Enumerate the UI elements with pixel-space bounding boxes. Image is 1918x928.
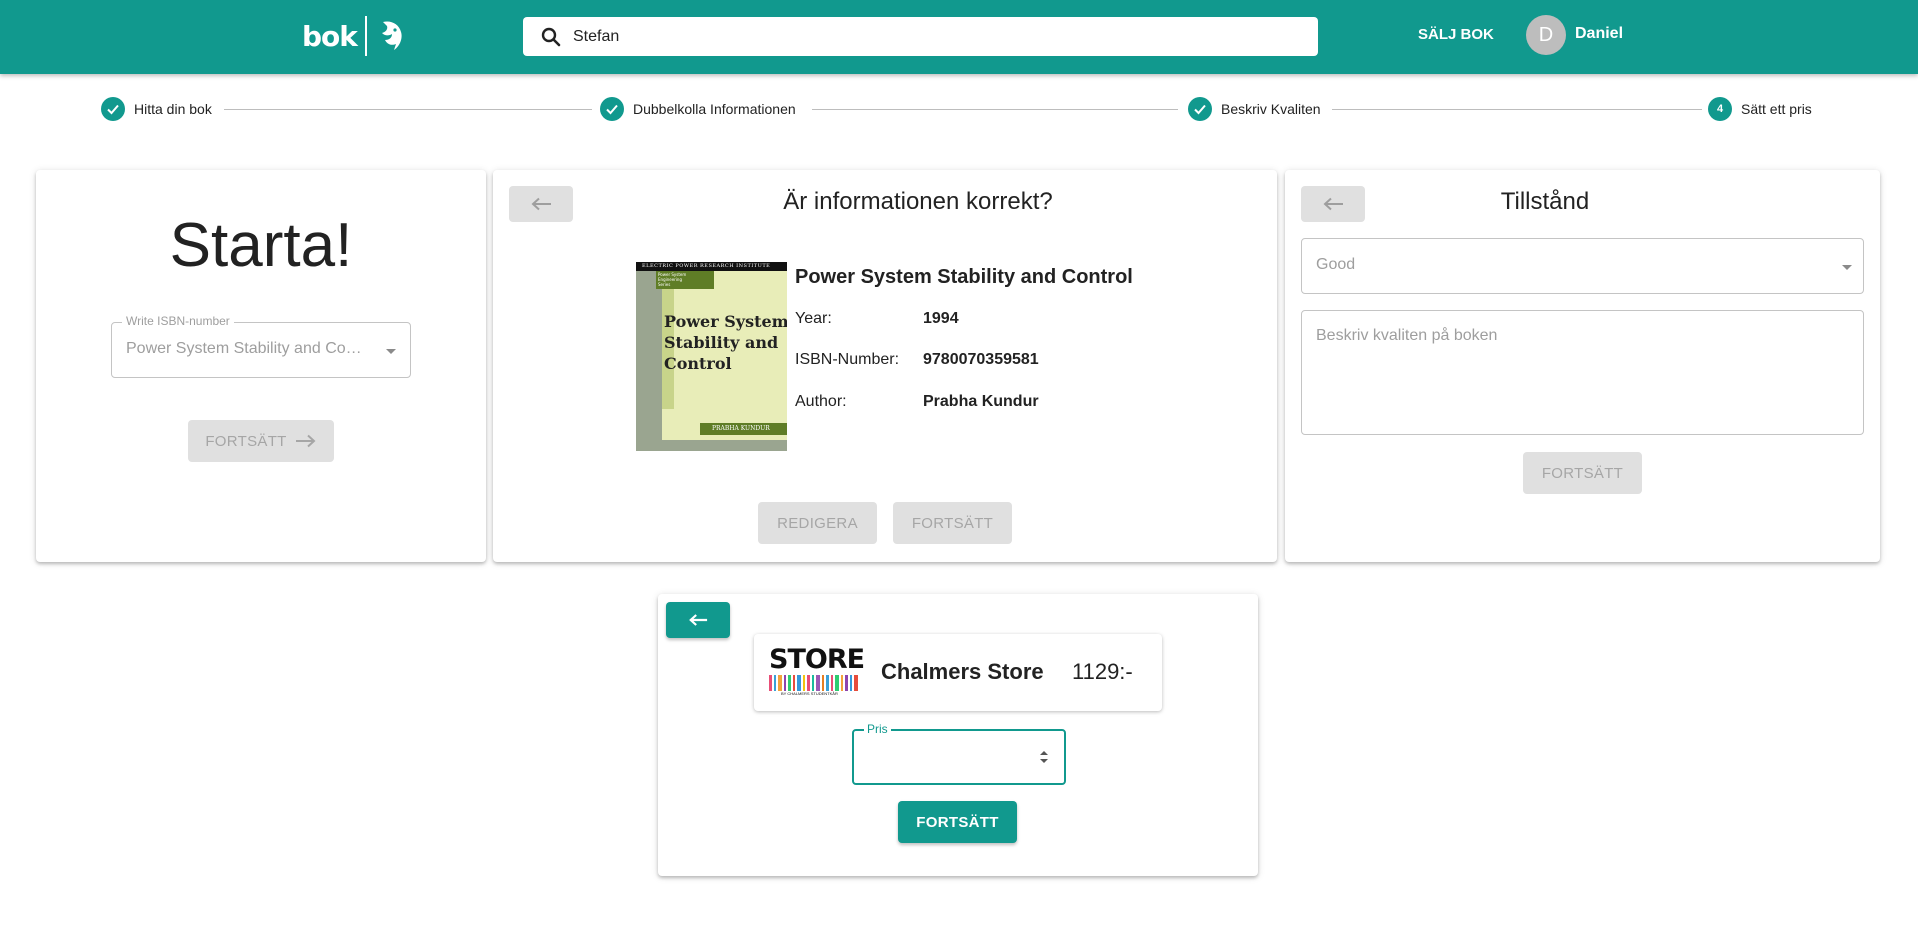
search-input[interactable]: Stefan (573, 28, 619, 46)
step-number: 4 (1708, 97, 1732, 121)
step-double-check: Dubbelkolla Informationen (600, 96, 796, 122)
user-name[interactable]: Daniel (1575, 25, 1623, 43)
search-bar[interactable]: Stefan (523, 17, 1318, 56)
cover-series-text: Power System Engineering Series (658, 272, 687, 287)
back-button[interactable] (666, 602, 730, 638)
chevron-down-icon (1842, 265, 1852, 270)
cover-title-1: Power System (664, 312, 787, 331)
cover-publisher-text: ELECTRIC POWER RESEARCH INSTITUTE (642, 263, 771, 269)
store-price: 1129:- (1072, 659, 1133, 684)
step-connector (224, 109, 592, 110)
isbn-select[interactable]: Write ISBN-number Power System Stability… (111, 314, 411, 378)
isbn-value: 9780070359581 (923, 351, 1039, 368)
start-card: Starta! Write ISBN-number Power System S… (36, 170, 486, 562)
price-continue-button[interactable]: FORTSÄTT (898, 801, 1017, 843)
step-find-book: Hitta din bok (101, 96, 212, 122)
price-card: STORE BY CHALMERS STUDENTKÅR Chalmers St… (658, 594, 1258, 876)
barcode-icon (769, 675, 858, 691)
condition-continue-button[interactable]: FORTSÄTT (1523, 452, 1642, 494)
top-app-bar: bok Stefan SÄLJ BOK D Daniel (0, 0, 1918, 74)
step-set-price: 4 Sätt ett pris (1708, 96, 1812, 122)
condition-card: Tillstånd Good Beskriv kvaliten på boken… (1285, 170, 1880, 562)
price-field-label: Pris (864, 722, 891, 736)
year-label: Year: (795, 310, 832, 327)
logo-text: bok (302, 19, 358, 53)
condition-value: Good (1316, 256, 1356, 273)
button-label: FORTSÄTT (205, 432, 287, 450)
store-offer-card[interactable]: STORE BY CHALMERS STUDENTKÅR Chalmers St… (754, 634, 1162, 711)
sell-book-link[interactable]: SÄLJ BOK (1418, 26, 1494, 43)
arrow-right-icon (295, 434, 316, 448)
logo-divider (364, 16, 367, 56)
condition-select[interactable]: Good (1301, 238, 1864, 294)
step-describe-quality: Beskriv Kvaliten (1188, 96, 1321, 122)
bok-logo[interactable]: bok (302, 14, 407, 58)
isbn-field-label: Write ISBN-number (122, 314, 234, 328)
start-continue-button[interactable]: FORTSÄTT (188, 420, 334, 462)
check-icon (101, 97, 125, 121)
check-icon (1188, 97, 1212, 121)
quality-description-textarea[interactable]: Beskriv kvaliten på boken (1301, 310, 1864, 435)
info-continue-button[interactable]: FORTSÄTT (893, 502, 1012, 544)
isbn-label: ISBN-Number: (795, 351, 900, 368)
step-connector (812, 109, 1178, 110)
quality-description-placeholder: Beskriv kvaliten på boken (1316, 327, 1498, 344)
start-title: Starta! (169, 211, 353, 280)
chalmers-store-logo: STORE BY CHALMERS STUDENTKÅR (769, 644, 865, 696)
isbn-field-value: Power System Stability and Control (126, 340, 370, 357)
store-name: Chalmers Store (881, 659, 1044, 684)
store-logo-subtext: BY CHALMERS STUDENTKÅR (781, 691, 838, 696)
dolphin-logo-icon (381, 21, 402, 50)
step-label: Beskriv Kvaliten (1221, 101, 1321, 117)
book-info-card: Är informationen korrekt? ELECTRIC POWER… (493, 170, 1277, 562)
avatar[interactable]: D (1526, 15, 1566, 55)
step-label: Sätt ett pris (1741, 101, 1812, 117)
step-connector (1332, 109, 1702, 110)
year-value: 1994 (923, 310, 959, 327)
cover-author: PRABHA KUNDUR (712, 425, 770, 432)
book-cover-image: ELECTRIC POWER RESEARCH INSTITUTE Power … (636, 262, 787, 451)
step-label: Hitta din bok (134, 101, 212, 117)
condition-card-title: Tillstånd (1500, 188, 1590, 215)
check-icon (600, 97, 624, 121)
cover-title-3: Control (664, 354, 732, 373)
chevron-down-icon (386, 349, 396, 354)
search-icon (541, 27, 561, 46)
store-logo-text: STORE (769, 644, 865, 675)
edit-button[interactable]: REDIGERA (758, 502, 877, 544)
info-card-title: Är informationen korrekt? (783, 188, 1053, 215)
book-title: Power System Stability and Control (795, 266, 1133, 288)
price-input[interactable]: Pris (852, 722, 1066, 785)
author-value: Prabha Kundur (923, 393, 1039, 410)
cover-title-2: Stability and (664, 333, 779, 352)
step-label: Dubbelkolla Informationen (633, 101, 796, 117)
progress-stepper: Hitta din bok Dubbelkolla Informationen … (0, 96, 1918, 124)
arrow-left-icon (689, 614, 708, 626)
author-label: Author: (795, 393, 847, 410)
spinner-icon[interactable] (1038, 747, 1050, 767)
